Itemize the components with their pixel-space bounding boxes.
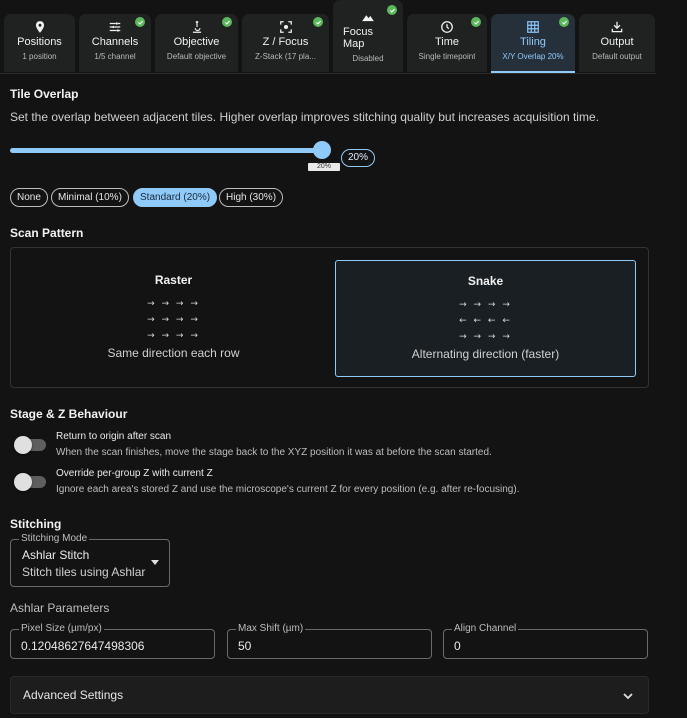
snake-arrows-icon: → → → → ← ← ← ← → → → →	[336, 297, 635, 345]
toggle-knob	[14, 436, 32, 454]
scan-option-name: Raster	[154, 273, 193, 287]
stitching-mode-select[interactable]: Stitching Mode Ashlar Stitch Stitch tile…	[10, 533, 170, 587]
tab-sub: Disabled	[352, 54, 384, 63]
return-origin-description: When the scan finishes, move the stage b…	[56, 447, 492, 458]
tab-tiling[interactable]: Tiling X/Y Overlap 20%	[491, 14, 575, 73]
scan-pattern-title: Scan Pattern	[10, 226, 84, 240]
scan-option-snake[interactable]: Snake → → → → ← ← ← ← → → → → Alternatin…	[335, 260, 636, 377]
stitching-mode-sub: Stitch tiles using Ashlar	[22, 565, 146, 579]
tile-overlap-description: Set the overlap between adjacent tiles. …	[10, 110, 599, 124]
tab-objective[interactable]: Objective Default objective	[155, 14, 238, 72]
stage-z-title: Stage & Z Behaviour	[10, 407, 128, 421]
sliders-icon	[108, 20, 122, 34]
stitching-mode-value: Ashlar Stitch	[22, 548, 90, 562]
toggle-knob	[14, 473, 32, 491]
tab-sub: Single timepoint	[418, 52, 476, 61]
preset-high[interactable]: High (30%)	[219, 188, 284, 207]
override-z-label: Override per-group Z with current Z	[56, 468, 213, 479]
tab-sub: 1 position	[22, 52, 57, 61]
check-icon	[559, 17, 569, 27]
tab-label: Tiling	[520, 36, 546, 48]
scan-option-name: Snake	[467, 274, 504, 288]
tab-positions[interactable]: Positions 1 position	[4, 14, 75, 72]
align-channel-field[interactable]: Align Channel	[443, 623, 648, 659]
overlap-slider-thumb[interactable]	[313, 141, 331, 159]
ashlar-params-title: Ashlar Parameters	[10, 601, 110, 615]
check-icon	[135, 17, 145, 27]
step-tabs: Positions 1 position Channels 1/5 channe…	[0, 0, 656, 74]
arrow-row: → → → →	[459, 300, 512, 310]
arrow-row: ← ← ← ←	[459, 316, 512, 326]
max-shift-input[interactable]	[238, 639, 418, 653]
scan-option-raster[interactable]: Raster → → → → → → → → → → → → Same dire…	[23, 260, 324, 377]
return-origin-label: Return to origin after scan	[56, 431, 172, 442]
tab-label: Channels	[91, 36, 139, 48]
preset-minimal[interactable]: Minimal (10%)	[51, 188, 129, 207]
tab-label: Focus Map	[343, 26, 373, 50]
advanced-settings-label: Advanced Settings	[23, 688, 124, 702]
tab-label: Z / Focus	[262, 36, 309, 48]
max-shift-legend: Max Shift (µm)	[236, 623, 306, 634]
tab-label: Objective	[173, 36, 220, 48]
check-icon	[222, 17, 232, 27]
clock-icon	[440, 20, 454, 34]
pixel-size-legend: Pixel Size (µm/px)	[19, 623, 104, 634]
stitching-title: Stitching	[10, 517, 62, 531]
preset-standard[interactable]: Standard (20%)	[133, 188, 218, 207]
tab-output[interactable]: Output Default output	[579, 14, 655, 72]
mountain-icon	[361, 10, 375, 24]
download-icon	[610, 20, 624, 34]
check-icon	[387, 5, 397, 15]
tab-sub: X/Y Overlap 20%	[502, 52, 564, 61]
scan-pattern-group: Raster → → → → → → → → → → → → Same dire…	[10, 247, 649, 388]
override-z-description: Ignore each area's stored Z and use the …	[56, 484, 520, 495]
preset-none[interactable]: None	[10, 188, 48, 207]
tab-sub: Z-Stack (17 pla...	[255, 52, 316, 61]
align-channel-input[interactable]	[454, 639, 634, 653]
tab-sub: 1/5 channel	[94, 52, 136, 61]
tab-sub: Default output	[592, 52, 642, 61]
arrow-row: → → → →	[459, 332, 512, 342]
advanced-settings-accordion[interactable]: Advanced Settings	[10, 676, 649, 714]
chevron-down-icon	[622, 689, 634, 701]
grid-icon	[526, 20, 540, 34]
dropdown-caret-icon	[151, 560, 159, 565]
check-icon	[313, 17, 323, 27]
max-shift-field[interactable]: Max Shift (µm)	[227, 623, 432, 659]
arrow-row: → → → →	[147, 315, 200, 325]
tab-z-focus[interactable]: Z / Focus Z-Stack (17 pla...	[242, 14, 329, 72]
scan-option-description: Alternating direction (faster)	[411, 347, 560, 361]
focus-icon	[279, 20, 293, 34]
tab-sub: Default objective	[166, 52, 227, 61]
overlap-slider-track[interactable]	[10, 148, 322, 153]
stitching-mode-legend: Stitching Mode	[19, 533, 90, 544]
check-icon	[471, 17, 481, 27]
return-origin-toggle[interactable]	[14, 436, 46, 454]
tab-channels[interactable]: Channels 1/5 channel	[79, 14, 151, 72]
pixel-size-field[interactable]: Pixel Size (µm/px)	[10, 623, 215, 659]
override-z-toggle[interactable]	[14, 473, 46, 491]
tab-time[interactable]: Time Single timepoint	[407, 14, 487, 72]
tab-label: Positions	[17, 36, 62, 48]
tab-label: Time	[434, 36, 460, 48]
raster-arrows-icon: → → → → → → → → → → → →	[23, 296, 324, 344]
overlap-value-chip: 20%	[341, 149, 376, 167]
tab-focus-map[interactable]: Focus Map Disabled	[333, 0, 403, 72]
location-pin-icon	[33, 20, 47, 34]
tab-label: Output	[600, 36, 634, 48]
pixel-size-input[interactable]	[21, 639, 201, 653]
arrow-row: → → → →	[147, 331, 200, 341]
overlap-slider-value: 20%	[308, 163, 340, 171]
microscope-icon	[190, 20, 204, 34]
align-channel-legend: Align Channel	[452, 623, 519, 634]
scan-option-description: Same direction each row	[107, 346, 240, 360]
tile-overlap-title: Tile Overlap	[10, 87, 79, 101]
arrow-row: → → → →	[147, 299, 200, 309]
